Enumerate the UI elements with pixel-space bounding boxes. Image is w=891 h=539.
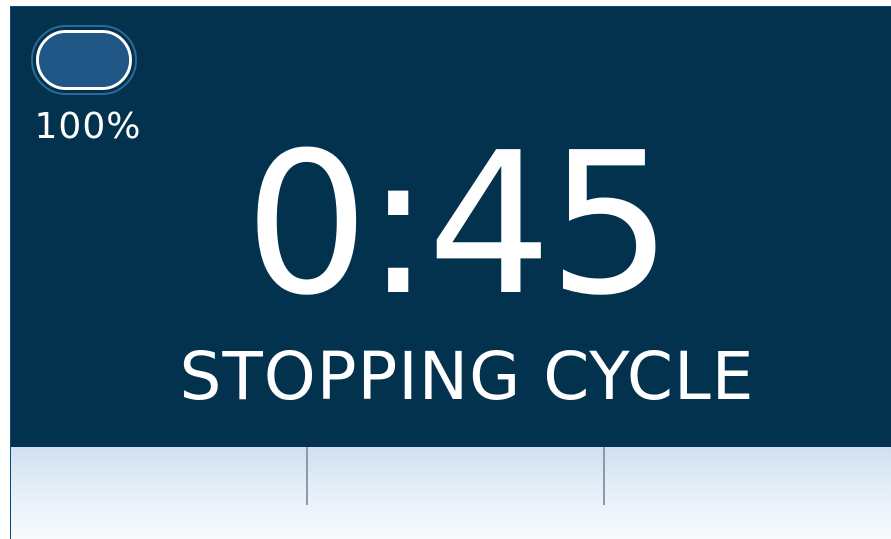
level-indicator	[31, 25, 137, 95]
appliance-screen: 100% 0:45 STOPPING CYCLE	[0, 0, 891, 539]
time-remaining: 0:45	[244, 111, 672, 339]
level-fill	[39, 33, 129, 87]
soft-button-middle[interactable]	[308, 447, 605, 505]
soft-button-right[interactable]	[605, 447, 891, 505]
cycle-status: STOPPING CYCLE	[179, 338, 755, 415]
soft-button-bar	[10, 447, 891, 539]
status-display: 100% 0:45 STOPPING CYCLE	[10, 6, 891, 447]
soft-button-left[interactable]	[11, 447, 308, 505]
level-indicator-capsule	[36, 30, 132, 90]
